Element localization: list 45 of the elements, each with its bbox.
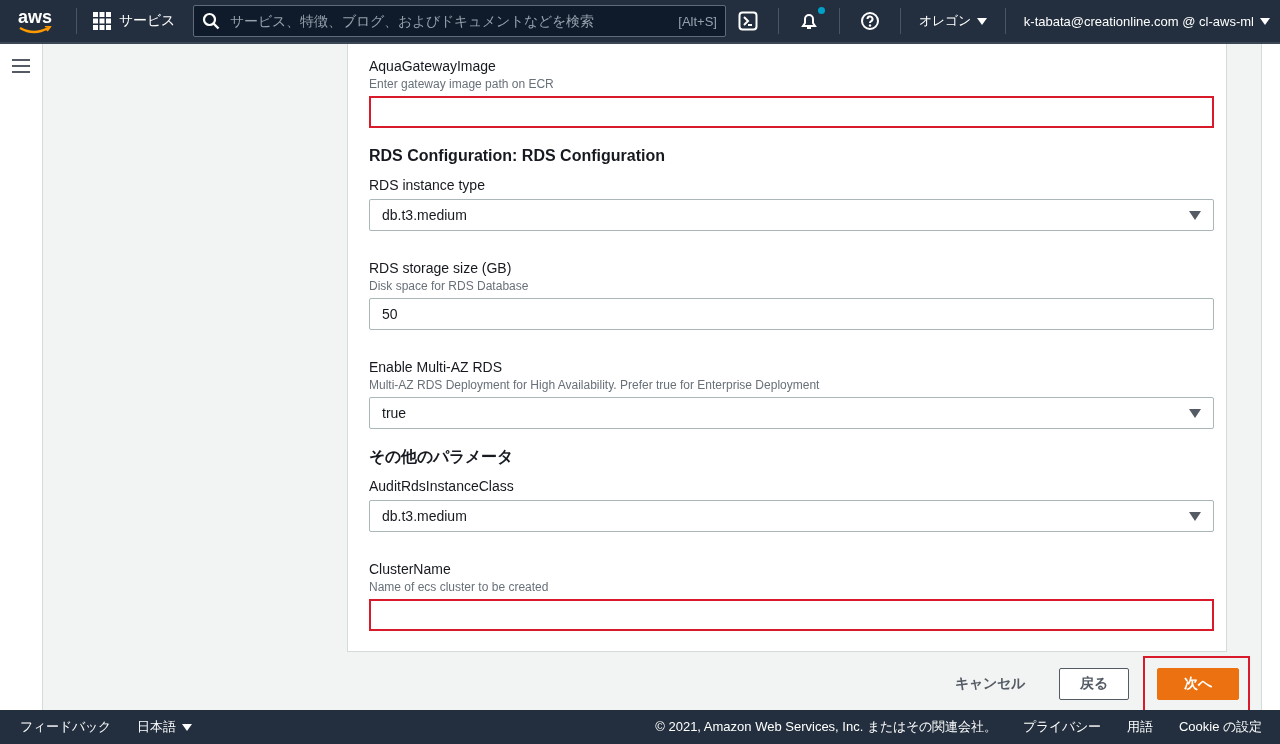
caret-icon bbox=[1260, 17, 1270, 25]
input-field[interactable] bbox=[369, 599, 1214, 631]
terminal-icon bbox=[737, 11, 758, 31]
aws-logo[interactable]: aws bbox=[18, 8, 53, 34]
field-label: ClusterName bbox=[369, 560, 452, 579]
select-field[interactable]: true bbox=[369, 397, 1214, 429]
region-menu[interactable]: オレゴン bbox=[908, 12, 997, 30]
search-field[interactable]: サービス、特徴、ブログ、およびドキュメントなどを検索 bbox=[228, 12, 671, 30]
menu-icon[interactable] bbox=[12, 58, 30, 74]
field-label: AuditRdsInstanceClass bbox=[369, 477, 515, 496]
help-icon bbox=[859, 11, 880, 31]
search-icon bbox=[202, 12, 220, 30]
grid-icon bbox=[93, 12, 111, 30]
field-label: RDS instance type bbox=[369, 176, 486, 195]
footer-link[interactable]: プライバシー bbox=[1022, 718, 1101, 736]
shortcut-hint: [Alt+S] bbox=[678, 13, 717, 29]
input-field[interactable]: 50 bbox=[369, 298, 1214, 330]
field-description: Multi-AZ RDS Deployment for High Availability. Prefer true for Enterprise Deployment bbox=[369, 377, 821, 393]
field-label: Enable Multi-AZ RDS bbox=[369, 358, 504, 377]
field-description: Name of ecs cluster to be created bbox=[369, 579, 550, 595]
services-menu[interactable]: サービス bbox=[85, 12, 185, 30]
caret-icon bbox=[1189, 408, 1201, 418]
select-field[interactable]: db.t3.medium bbox=[369, 199, 1214, 231]
account-menu[interactable]: k-tabata@creationline.com @ cl-aws-ml bbox=[1013, 13, 1280, 29]
field-label: RDS storage size (GB) bbox=[369, 259, 513, 278]
back-button[interactable]: 戻る bbox=[1059, 668, 1129, 700]
section-heading: RDS Configuration: RDS Configuration bbox=[369, 146, 666, 166]
bell-icon bbox=[798, 11, 819, 31]
footer-link[interactable]: 用語 bbox=[1126, 718, 1153, 736]
feedback-link[interactable]: フィードバック bbox=[20, 718, 111, 736]
input-field[interactable] bbox=[369, 96, 1214, 128]
select-field[interactable]: db.t3.medium bbox=[369, 500, 1214, 532]
field-label: AquaGatewayImage bbox=[369, 57, 497, 76]
caret-icon bbox=[182, 723, 192, 731]
cancel-button[interactable]: キャンセル bbox=[935, 668, 1045, 700]
search-bar[interactable]: サービス、特徴、ブログ、およびドキュメントなどを検索 [Alt+S] bbox=[193, 5, 726, 37]
caret-icon bbox=[976, 17, 987, 25]
caret-icon bbox=[1189, 210, 1201, 220]
caret-icon bbox=[1189, 511, 1201, 521]
language-menu[interactable]: 日本語 bbox=[137, 718, 192, 736]
copyright-text: © 2021, Amazon Web Services, Inc. またはその関連会社。 bbox=[655, 718, 997, 736]
field-description: Enter gateway image path on ECR bbox=[369, 76, 555, 92]
section-heading: その他のパラメータ bbox=[369, 447, 514, 467]
field-description: Disk space for RDS Database bbox=[369, 278, 530, 294]
footer-link[interactable]: Cookie の設定 bbox=[1178, 718, 1262, 736]
